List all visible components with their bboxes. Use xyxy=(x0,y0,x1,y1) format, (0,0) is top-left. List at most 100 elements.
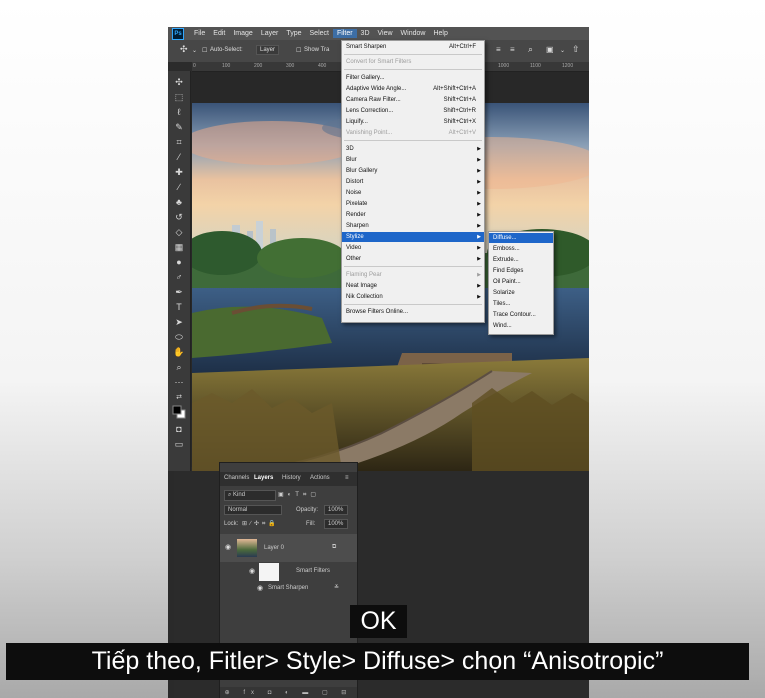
tab-channels[interactable]: Channels xyxy=(224,475,249,481)
share-icon[interactable]: ⇧ xyxy=(572,44,580,55)
menu-filter[interactable]: Filter xyxy=(332,29,357,38)
submenu-item-trace-contour[interactable]: Trace Contour... xyxy=(489,310,553,320)
eyedropper-tool-icon[interactable]: ⁄ xyxy=(171,150,187,164)
menu-item-3d[interactable]: 3D ▶ xyxy=(342,144,484,154)
zoom-tool-icon[interactable]: ⌕ xyxy=(171,360,187,374)
submenu-item-find-edges[interactable]: Find Edges xyxy=(489,266,553,276)
lasso-tool-icon[interactable]: ℓ xyxy=(171,105,187,119)
chevron-down-icon[interactable]: ⌄ xyxy=(192,47,197,54)
history-brush-icon[interactable]: ↺ xyxy=(171,210,187,224)
tab-history[interactable]: History xyxy=(282,475,301,481)
tab-actions[interactable]: Actions xyxy=(310,475,330,481)
eye-icon[interactable]: ◉ xyxy=(249,567,255,575)
menu-select[interactable]: Select xyxy=(306,29,333,38)
menu-3d[interactable]: 3D xyxy=(357,29,374,38)
swap-colors-icon[interactable]: ⇄ xyxy=(171,390,187,404)
lock-icons[interactable]: ⊞∕✣⌗🔒 xyxy=(242,520,279,528)
submenu-item-tiles[interactable]: Tiles... xyxy=(489,299,553,309)
menu-type[interactable]: Type xyxy=(282,29,305,38)
align-icon[interactable]: ≡ xyxy=(496,45,501,54)
move-tool-icon[interactable]: ✣ xyxy=(171,75,187,89)
menu-item-liquify[interactable]: Liquify... Shift+Ctrl+X xyxy=(342,117,484,127)
quick-select-tool-icon[interactable]: ✎ xyxy=(171,120,187,134)
workspace-icon[interactable]: ▣ xyxy=(546,45,554,54)
show-transform-checkbox[interactable]: ☐ xyxy=(296,47,301,54)
menu-item-blur-gallery[interactable]: Blur Gallery ▶ xyxy=(342,166,484,176)
fill-field[interactable]: 100% xyxy=(324,519,348,529)
quick-mask-icon[interactable]: ◘ xyxy=(171,422,187,436)
menu-item-pixelate[interactable]: Pixelate ▶ xyxy=(342,199,484,209)
menu-window[interactable]: Window xyxy=(397,29,430,38)
submenu-item-extrude[interactable]: Extrude... xyxy=(489,255,553,265)
healing-tool-icon[interactable]: ✚ xyxy=(171,165,187,179)
menu-item-vanishing-point: Vanishing Point... Alt+Ctrl+V xyxy=(346,130,476,136)
submenu-item-diffuse[interactable]: Diffuse... xyxy=(489,233,553,243)
menu-item-camera-raw[interactable]: Camera Raw Filter... Shift+Ctrl+A xyxy=(342,95,484,105)
distribute-icon[interactable]: ≡ xyxy=(510,45,515,54)
smart-filter-item[interactable]: Smart Sharpen xyxy=(268,585,308,591)
blur-tool-icon[interactable]: ● xyxy=(171,255,187,269)
menu-item-sharpen[interactable]: Sharpen ▶ xyxy=(342,221,484,231)
menu-item-stylize[interactable]: Stylize ▶ xyxy=(342,232,484,242)
menu-item-filter-gallery[interactable]: Filter Gallery... xyxy=(342,73,484,83)
stylize-submenu: Diffuse... Emboss... Extrude... Find Edg… xyxy=(488,231,554,335)
stamp-tool-icon[interactable]: ♣ xyxy=(171,195,187,209)
menu-item-browse-filters-online[interactable]: Browse Filters Online... xyxy=(342,307,484,317)
submenu-item-emboss[interactable]: Emboss... xyxy=(489,244,553,254)
menu-view[interactable]: View xyxy=(374,29,397,38)
menu-item-smart-sharpen[interactable]: Smart Sharpen Alt+Ctrl+F xyxy=(342,42,484,52)
hand-tool-icon[interactable]: ✋ xyxy=(171,345,187,359)
layer-row[interactable]: ◉ Layer 0 ⧉ xyxy=(220,534,357,562)
menu-item-nik-collection[interactable]: Nik Collection ▶ xyxy=(342,292,484,302)
blend-mode-dropdown[interactable]: Normal xyxy=(224,505,282,515)
filter-options-icon[interactable]: ≚ xyxy=(334,584,339,591)
menu-help[interactable]: Help xyxy=(429,29,451,38)
menu-item-adaptive-wide-angle[interactable]: Adaptive Wide Angle... Alt+Shift+Ctrl+A xyxy=(342,84,484,94)
menu-layer[interactable]: Layer xyxy=(257,29,283,38)
menu-image[interactable]: Image xyxy=(229,29,256,38)
panel-menu-icon[interactable]: ≡ xyxy=(345,475,349,481)
photoshop-window: Ps File Edit Image Layer Type Select Fil… xyxy=(168,27,589,698)
auto-select-checkbox[interactable]: ☐ xyxy=(202,47,207,54)
opacity-field[interactable]: 100% xyxy=(324,505,348,515)
eye-icon[interactable]: ◉ xyxy=(257,584,263,592)
menu-item-noise[interactable]: Noise ▶ xyxy=(342,188,484,198)
menu-item-blur[interactable]: Blur ▶ xyxy=(342,155,484,165)
menu-item-render[interactable]: Render ▶ xyxy=(342,210,484,220)
screen-mode-icon[interactable]: ▭ xyxy=(171,437,187,451)
kind-filter-label: Kind xyxy=(233,492,246,498)
marquee-tool-icon[interactable]: ⬚ xyxy=(171,90,187,104)
shape-tool-icon[interactable]: ⬭ xyxy=(171,330,187,344)
menu-item-convert-smart-filters: Convert for Smart Filters xyxy=(346,59,412,65)
eraser-tool-icon[interactable]: ◇ xyxy=(171,225,187,239)
filter-icons[interactable]: ▣◐T⌗▢ xyxy=(278,491,320,499)
submenu-item-wind[interactable]: Wind... xyxy=(489,321,553,331)
color-swatch-icon[interactable] xyxy=(171,405,187,419)
panel-bottom-icons[interactable]: ⊕ fx ◘ ◐ ▬ ▢ ⊟ xyxy=(220,687,357,698)
type-tool-icon[interactable]: T xyxy=(171,300,187,314)
menu-item-other[interactable]: Other ▶ xyxy=(342,254,484,264)
menu-edit[interactable]: Edit xyxy=(209,29,229,38)
more-tools-icon[interactable]: ⋯ xyxy=(171,375,187,389)
crop-tool-icon[interactable]: ⌗ xyxy=(171,135,187,149)
tab-layers[interactable]: Layers xyxy=(254,475,273,481)
submenu-item-oil-paint[interactable]: Oil Paint... xyxy=(489,277,553,287)
path-select-tool-icon[interactable]: ➤ xyxy=(171,315,187,329)
submenu-item-solarize[interactable]: Solarize xyxy=(489,288,553,298)
layer-name[interactable]: Layer 0 xyxy=(264,545,284,551)
gradient-tool-icon[interactable]: ▦ xyxy=(171,240,187,254)
menu-item-video[interactable]: Video ▶ xyxy=(342,243,484,253)
menu-item-neat-image[interactable]: Neat Image ▶ xyxy=(342,281,484,291)
eye-icon[interactable]: ◉ xyxy=(225,543,231,551)
brush-tool-icon[interactable]: ∕ xyxy=(171,180,187,194)
auto-select-dropdown[interactable]: Layer xyxy=(256,45,280,55)
chevron-down-icon[interactable]: ⌄ xyxy=(560,47,565,54)
pen-tool-icon[interactable]: ✒ xyxy=(171,285,187,299)
menu-item-lens-correction[interactable]: Lens Correction... Shift+Ctrl+R xyxy=(342,106,484,116)
move-tool-icon[interactable]: ✣ xyxy=(180,44,188,55)
menu-item-distort[interactable]: Distort ▶ xyxy=(342,177,484,187)
layer-kind-filter[interactable]: ⌕ Kind xyxy=(224,490,276,501)
dodge-tool-icon[interactable]: ♂ xyxy=(171,270,187,284)
menu-file[interactable]: File xyxy=(190,29,209,38)
search-icon[interactable]: ⌕ xyxy=(528,44,533,55)
